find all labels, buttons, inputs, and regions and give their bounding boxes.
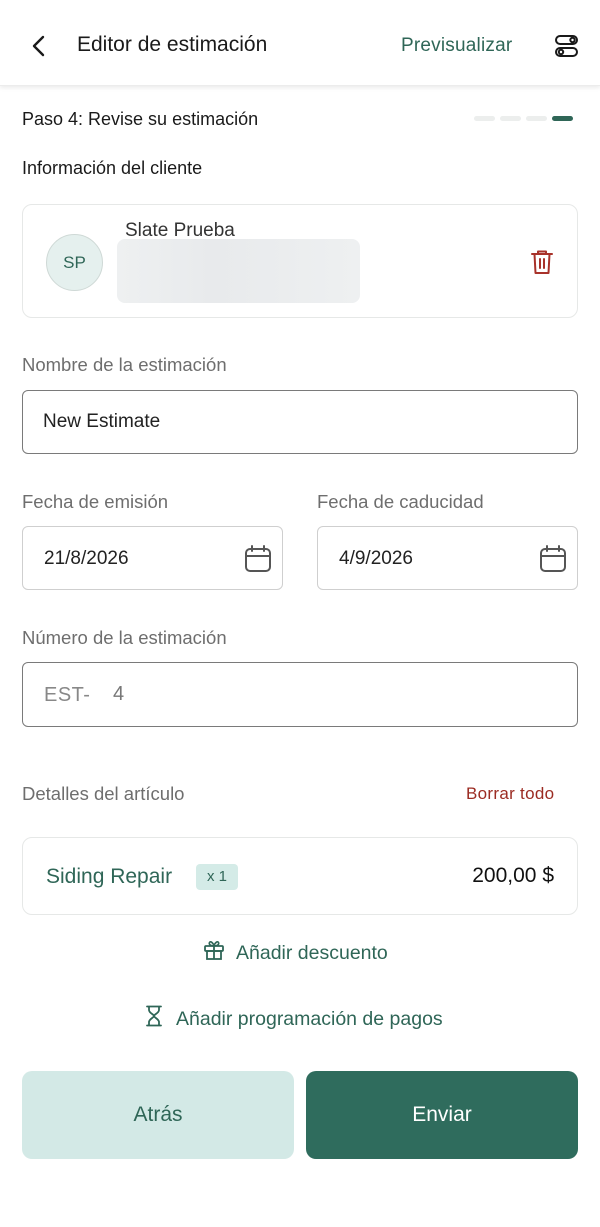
trash-icon[interactable] — [529, 248, 555, 276]
hourglass-icon — [142, 1004, 166, 1034]
estimate-number-label: Número de la estimación — [22, 627, 227, 648]
clear-all-button[interactable]: Borrar todo — [466, 784, 554, 804]
item-name: Siding Repair — [46, 865, 173, 888]
settings-toggle-icon[interactable] — [553, 32, 581, 60]
issue-date-value: 21/8/2026 — [44, 548, 129, 569]
calendar-icon[interactable] — [539, 544, 567, 574]
item-price: 200,00 $ — [472, 864, 554, 887]
add-discount-label: Añadir descuento — [236, 941, 388, 964]
app-header: Editor de estimación Previsualizar — [0, 0, 600, 86]
estimate-number-field[interactable]: EST- — [22, 662, 578, 727]
back-icon[interactable] — [26, 30, 50, 62]
progress-segment — [526, 116, 547, 121]
expiry-date-field[interactable]: 4/9/2026 — [317, 526, 578, 590]
add-payment-schedule-button[interactable]: Añadir programación de pagos — [142, 1004, 443, 1034]
step-progress — [474, 116, 573, 121]
add-discount-button[interactable]: Añadir descuento — [202, 938, 388, 968]
step-label: Paso 4: Revise su estimación — [22, 109, 259, 129]
page-title: Editor de estimación — [77, 33, 268, 56]
back-button[interactable]: Atrás — [22, 1071, 294, 1159]
estimate-name-input[interactable] — [22, 390, 578, 454]
expiry-date-value: 4/9/2026 — [339, 548, 413, 569]
client-details-redacted — [117, 239, 360, 303]
progress-segment — [500, 116, 521, 121]
estimate-name-label: Nombre de la estimación — [22, 354, 227, 375]
send-button[interactable]: Enviar — [306, 1071, 578, 1159]
estimate-number-prefix: EST- — [44, 684, 91, 706]
issue-date-field[interactable]: 21/8/2026 — [22, 526, 283, 590]
avatar: SP — [46, 234, 103, 291]
expiry-date-label: Fecha de caducidad — [317, 491, 484, 512]
gift-icon — [202, 938, 226, 968]
progress-segment — [474, 116, 495, 121]
items-section-title: Detalles del artículo — [22, 783, 185, 804]
quantity-badge: x 1 — [196, 864, 239, 890]
list-item[interactable]: Siding Repair x 1 200,00 $ — [22, 837, 578, 915]
progress-segment-active — [552, 116, 573, 121]
estimate-number-input[interactable] — [113, 673, 553, 715]
client-card[interactable]: SP Slate Prueba — [22, 204, 578, 318]
client-section-title: Información del cliente — [22, 158, 203, 178]
preview-button[interactable]: Previsualizar — [401, 35, 512, 57]
calendar-icon[interactable] — [244, 544, 272, 574]
add-payment-schedule-label: Añadir programación de pagos — [176, 1007, 443, 1030]
issue-date-label: Fecha de emisión — [22, 491, 169, 512]
